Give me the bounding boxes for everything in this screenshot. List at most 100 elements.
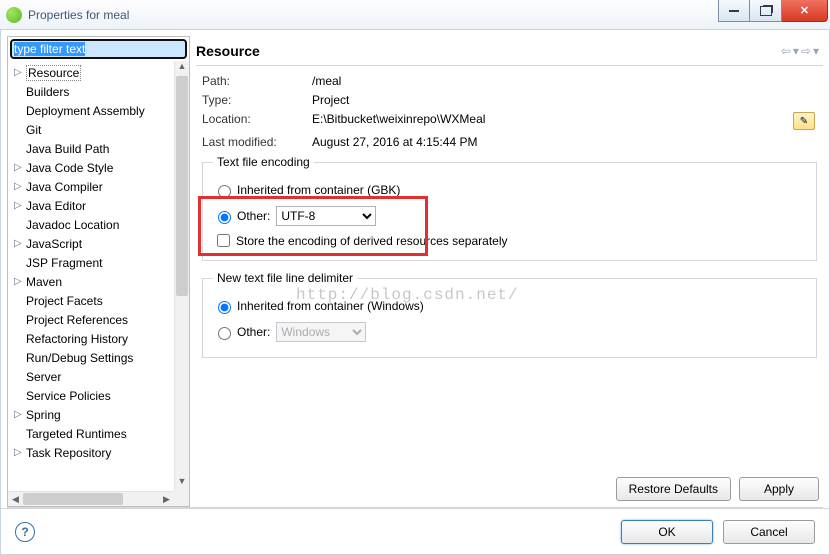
store-derived-label: Store the encoding of derived resources … — [236, 234, 508, 248]
property-page: Resource ⇦ ▾ ⇨ ▾ Path: /meal Type: Proje… — [196, 36, 823, 507]
expand-icon[interactable]: ▷ — [14, 162, 24, 173]
modified-value: August 27, 2016 at 4:15:44 PM — [312, 135, 817, 149]
tree-item-label: Spring — [26, 408, 61, 422]
scroll-down-icon[interactable]: ▼ — [175, 476, 189, 491]
tree-item-label: Service Policies — [26, 389, 111, 403]
window-title: Properties for meal — [28, 8, 824, 22]
modified-label: Last modified: — [202, 135, 312, 149]
type-label: Type: — [202, 93, 312, 107]
scroll-corner — [174, 491, 189, 506]
hscroll-thumb[interactable] — [23, 493, 123, 505]
tree-item-label: Deployment Assembly — [26, 104, 145, 118]
delimiter-inherited-radio[interactable] — [218, 301, 231, 314]
tree-item-label: JSP Fragment — [26, 256, 102, 270]
tree-item-javascript[interactable]: ▷JavaScript — [8, 234, 174, 253]
vertical-scrollbar[interactable]: ▲ ▼ — [174, 61, 189, 491]
back-menu-icon[interactable]: ▾ — [793, 44, 799, 58]
expand-icon[interactable]: ▷ — [14, 409, 24, 420]
delimiter-other-label: Other: — [237, 325, 270, 339]
nav-arrows: ⇦ ▾ ⇨ ▾ — [781, 44, 823, 58]
tree-item-targeted-runtimes[interactable]: Targeted Runtimes — [8, 424, 174, 443]
page-title: Resource — [196, 43, 781, 59]
tree-item-label: Maven — [26, 275, 62, 289]
scroll-right-icon[interactable]: ▶ — [159, 492, 174, 506]
encoding-inherited-radio[interactable] — [218, 185, 231, 198]
encoding-other-label: Other: — [237, 209, 270, 223]
delimiter-legend: New text file line delimiter — [213, 271, 357, 285]
category-tree[interactable]: ▷ResourceBuildersDeployment AssemblyGitJ… — [8, 61, 174, 491]
restore-defaults-button[interactable]: Restore Defaults — [616, 477, 731, 501]
tree-item-java-editor[interactable]: ▷Java Editor — [8, 196, 174, 215]
expand-icon[interactable]: ▷ — [14, 238, 24, 249]
path-value: /meal — [312, 74, 817, 88]
delimiter-select[interactable]: Windows — [276, 322, 366, 342]
tree-item-label: Javadoc Location — [26, 218, 119, 232]
tree-item-run-debug-settings[interactable]: Run/Debug Settings — [8, 348, 174, 367]
vscroll-thumb[interactable] — [176, 76, 188, 296]
tree-item-project-references[interactable]: Project References — [8, 310, 174, 329]
tree-item-maven[interactable]: ▷Maven — [8, 272, 174, 291]
tree-item-label: Java Build Path — [26, 142, 109, 156]
tree-item-project-facets[interactable]: Project Facets — [8, 291, 174, 310]
tree-item-java-compiler[interactable]: ▷Java Compiler — [8, 177, 174, 196]
encoding-other-radio[interactable] — [218, 211, 231, 224]
tree-item-label: Builders — [26, 85, 69, 99]
horizontal-scrollbar[interactable]: ◀ ▶ — [8, 491, 174, 506]
expand-icon[interactable]: ▷ — [14, 181, 24, 192]
tree-item-refactoring-history[interactable]: Refactoring History — [8, 329, 174, 348]
type-value: Project — [312, 93, 817, 107]
tree-item-java-build-path[interactable]: Java Build Path — [8, 139, 174, 158]
tree-item-spring[interactable]: ▷Spring — [8, 405, 174, 424]
minimize-button[interactable] — [718, 0, 750, 22]
help-icon[interactable]: ? — [15, 522, 35, 542]
tree-wrap: ▷ResourceBuildersDeployment AssemblyGitJ… — [8, 61, 189, 506]
tree-item-label: Project Facets — [26, 294, 103, 308]
apply-button[interactable]: Apply — [739, 477, 819, 501]
tree-item-label: Java Editor — [26, 199, 86, 213]
delimiter-inherited-label: Inherited from container (Windows) — [237, 299, 424, 313]
close-button[interactable] — [782, 0, 828, 22]
tree-item-label: Resource — [26, 65, 81, 81]
maximize-button[interactable] — [750, 0, 782, 22]
ok-button[interactable]: OK — [621, 520, 713, 544]
store-derived-checkbox[interactable] — [217, 234, 230, 247]
tree-item-git[interactable]: Git — [8, 120, 174, 139]
tree-item-resource[interactable]: ▷Resource — [8, 63, 174, 82]
scroll-left-icon[interactable]: ◀ — [8, 492, 23, 506]
window-controls — [718, 0, 828, 22]
content-area: Path: /meal Type: Project Location: E:\B… — [196, 66, 823, 471]
expand-icon[interactable]: ▷ — [14, 200, 24, 211]
page-buttons: Restore Defaults Apply — [196, 471, 823, 507]
tree-item-task-repository[interactable]: ▷Task Repository — [8, 443, 174, 462]
encoding-group: Text file encoding Inherited from contai… — [202, 155, 817, 261]
tree-item-jsp-fragment[interactable]: JSP Fragment — [8, 253, 174, 272]
tree-item-deployment-assembly[interactable]: Deployment Assembly — [8, 101, 174, 120]
encoding-select[interactable]: UTF-8 — [276, 206, 376, 226]
tree-item-java-code-style[interactable]: ▷Java Code Style — [8, 158, 174, 177]
delimiter-other-radio[interactable] — [218, 327, 231, 340]
title-bar: Properties for meal — [0, 0, 830, 30]
expand-icon[interactable]: ▷ — [14, 67, 24, 78]
edit-location-button[interactable]: ✎ — [793, 112, 815, 130]
filter-input[interactable] — [10, 39, 187, 59]
tree-item-service-policies[interactable]: Service Policies — [8, 386, 174, 405]
client-area: ▷ResourceBuildersDeployment AssemblyGitJ… — [0, 30, 830, 555]
scroll-up-icon[interactable]: ▲ — [175, 61, 189, 76]
filter-container — [10, 39, 187, 59]
tree-item-label: Task Repository — [26, 446, 111, 460]
expand-icon[interactable]: ▷ — [14, 276, 24, 287]
tree-item-label: Project References — [26, 313, 128, 327]
tree-item-label: Git — [26, 123, 41, 137]
forward-menu-icon[interactable]: ▾ — [813, 44, 819, 58]
tree-item-label: JavaScript — [26, 237, 82, 251]
tree-item-javadoc-location[interactable]: Javadoc Location — [8, 215, 174, 234]
dialog-button-bar: ? OK Cancel — [1, 508, 829, 554]
tree-item-server[interactable]: Server — [8, 367, 174, 386]
tree-item-builders[interactable]: Builders — [8, 82, 174, 101]
cancel-button[interactable]: Cancel — [723, 520, 815, 544]
tree-item-label: Refactoring History — [26, 332, 128, 346]
encoding-inherited-label: Inherited from container (GBK) — [237, 183, 400, 197]
expand-icon[interactable]: ▷ — [14, 447, 24, 458]
back-icon[interactable]: ⇦ — [781, 44, 791, 58]
forward-icon[interactable]: ⇨ — [801, 44, 811, 58]
